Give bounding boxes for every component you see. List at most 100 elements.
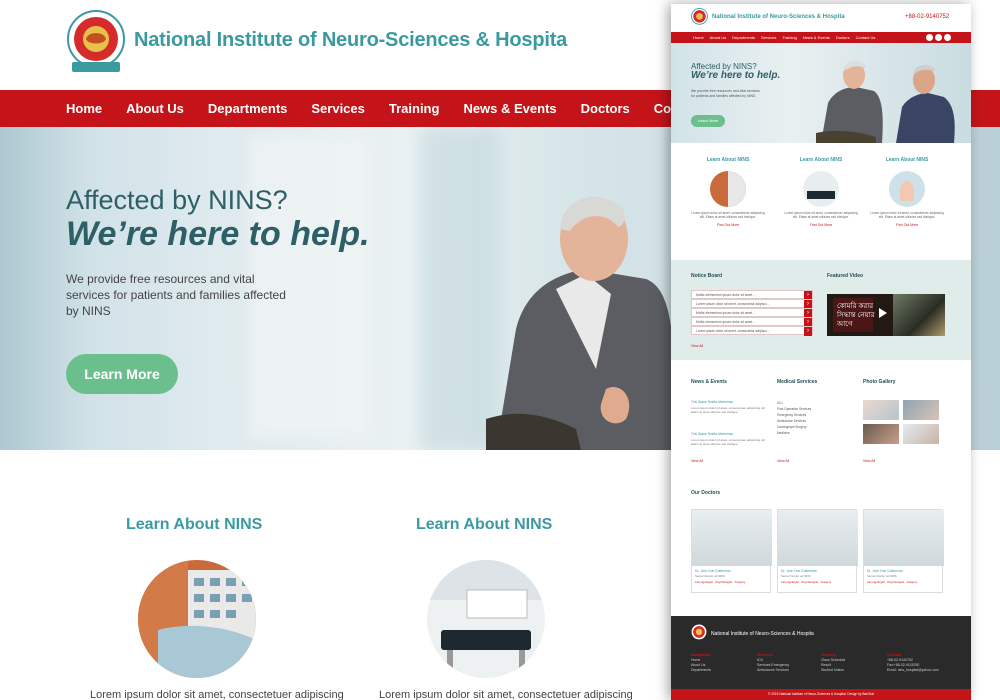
doctor-card[interactable]: Dr. John Doe Gutterman Senior Doctor at … — [777, 509, 858, 593]
doctor-specialty: Laryngologist . Psychologist . Surgery — [781, 580, 832, 584]
footer-contact-line: Email: nins_hospital@yahoo.com — [887, 668, 939, 672]
doctor-card[interactable]: Dr. John Doe Gutterman Senior Doctor at … — [863, 509, 944, 593]
gallery-photo[interactable] — [903, 424, 939, 444]
news-view-all[interactable]: View All — [691, 459, 703, 463]
learn-text-1: Lorem ipsum dolor sit amet, consectetuer… — [90, 689, 344, 700]
mock-learn-more-button[interactable]: Learn More — [691, 115, 725, 127]
facebook-icon[interactable] — [935, 34, 942, 41]
mock-learn-section: Learn About NINS Lorem ipsum dolor sit a… — [671, 143, 971, 263]
featured-video-player[interactable]: কোমরি করার সিদ্ধান্ত নেয়ার আগে — [827, 294, 945, 336]
mock-find-out-more[interactable]: Find Out More — [778, 223, 864, 227]
mock-nav-training[interactable]: Training — [782, 35, 796, 40]
notice-item[interactable]: Mollis elementum ipsum dolor sit amet... — [691, 317, 813, 327]
mock-nav-departments[interactable]: Departments — [732, 35, 755, 40]
gallery-view-all[interactable]: View All — [863, 459, 875, 463]
mock-learn-photo — [889, 171, 925, 207]
mock-nav-services[interactable]: Services — [761, 35, 776, 40]
notice-item[interactable]: Lorem ipsum dolor sit amet, consectetur … — [691, 299, 813, 309]
mock-hero-photo — [816, 60, 955, 143]
notice-list: Mollis elementum ipsum dolor sit amet...… — [691, 290, 813, 336]
doctor-specialty: Laryngologist . Psychologist . Surgery — [867, 580, 918, 584]
mock-find-out-more[interactable]: Find Out More — [685, 223, 771, 227]
footer-link[interactable]: Student Notice — [821, 668, 845, 673]
footer-title: National Institute of Neuro-Sciences & H… — [711, 631, 814, 637]
services-view-all[interactable]: View All — [777, 459, 789, 463]
nav-departments[interactable]: Departments — [208, 101, 287, 116]
site-title: National Institute of Neuro-Sciences & H… — [134, 29, 568, 51]
learn-text-2: Lorem ipsum dolor sit amet, consectetuer… — [379, 689, 633, 700]
footer-services: Services ICU Services Emergency Ambulanc… — [757, 653, 789, 673]
mock-learn-text: Lorem ipsum dolor sit amet, consectetuer… — [870, 211, 944, 219]
video-thumbnail — [893, 294, 945, 336]
featured-video-title: Featured Video — [827, 273, 864, 279]
mock-doctors-section: Our Doctors Dr. John Doe Gutterman Senio… — [671, 470, 971, 618]
google-plus-icon[interactable] — [944, 34, 951, 41]
footer-training: Training Class Schedule Result Student N… — [821, 653, 845, 673]
notice-item[interactable]: Mollis elementum ipsum dolor sit amet... — [691, 290, 813, 300]
nav-home[interactable]: Home — [66, 101, 102, 116]
mock-learn-text: Lorem ipsum dolor sit amet, consectetuer… — [691, 211, 765, 219]
news-events-title: News & Events — [691, 379, 727, 385]
website-mockup: National Institute of Neuro-Sciences & H… — [671, 4, 971, 700]
notice-view-all[interactable]: View All — [691, 344, 703, 348]
mock-hero: Affected by NINS? We’re here to help. We… — [671, 43, 971, 143]
video-caption-line: সিদ্ধান্ত নেয়ার — [837, 312, 875, 319]
mock-nav-news[interactable]: News & Events — [803, 35, 830, 40]
notice-board-title: Notice Board — [691, 273, 723, 279]
hero-heading: Affected by NINS? — [66, 185, 288, 215]
mock-nav-contact[interactable]: Contact Us — [856, 35, 876, 40]
mock-learn-col-3: Learn About NINS Lorem ipsum dolor sit a… — [864, 157, 950, 227]
learn-more-button[interactable]: Learn More — [66, 354, 178, 394]
gallery-photo[interactable] — [863, 424, 899, 444]
mock-learn-heading: Learn About NINS — [799, 157, 843, 163]
footer-logo — [691, 624, 707, 640]
news-item-text: Lorem ipsum dolor sit amet, consectetuer… — [691, 406, 766, 414]
mock-nav-home[interactable]: Home — [693, 35, 704, 40]
notice-item[interactable]: Lorem ipsum dolor sit amet, consectetur … — [691, 326, 813, 336]
mock-footer: National Institute of Neuro-Sciences & H… — [671, 616, 971, 700]
learn-about-heading-2: Learn About NINS — [416, 516, 553, 533]
mock-site-title: National Institute of Neuro-Sciences & H… — [712, 14, 845, 20]
nav-services[interactable]: Services — [311, 101, 365, 116]
photo-gallery-grid — [863, 400, 939, 444]
mock-header: National Institute of Neuro-Sciences & H… — [671, 4, 971, 32]
gallery-photo[interactable] — [863, 400, 899, 420]
mock-logo — [691, 8, 708, 25]
twitter-icon[interactable] — [926, 34, 933, 41]
doctor-card[interactable]: Dr. John Doe Gutterman Senior Doctor at … — [691, 509, 772, 593]
learn-about-heading-1: Learn About NINS — [126, 516, 263, 533]
medical-service-item[interactable]: Medicine — [777, 430, 811, 436]
nins-logo — [67, 10, 125, 72]
mock-nav: Home About Us Departments Services Train… — [671, 32, 971, 43]
video-caption-line: কোমরি করার — [837, 303, 874, 310]
our-doctors-title: Our Doctors — [691, 490, 721, 496]
screenshot-stage: National Institute of Neuro-Sciences & H… — [0, 0, 1000, 700]
nav-news-events[interactable]: News & Events — [463, 101, 556, 116]
doctor-photo — [864, 510, 944, 566]
mock-nav-doctors[interactable]: Doctors — [836, 35, 850, 40]
mock-phone: +88-02-9140752 — [905, 14, 950, 20]
ward-photo — [427, 560, 545, 678]
news-item-title[interactable]: This Space Nobilis Maecenas — [691, 400, 733, 404]
notice-item[interactable]: Mollis elementum ipsum dolor sit amet... — [691, 308, 813, 318]
doctor-photo — [692, 510, 772, 566]
doctor-name: Dr. John Doe Gutterman — [695, 569, 731, 573]
mock-hero-text: We provide free resources and vital serv… — [691, 89, 760, 98]
nav-training[interactable]: Training — [389, 101, 440, 116]
mock-hero-subheading: We’re here to help. — [691, 70, 781, 81]
mock-learn-heading: Learn About NINS — [885, 157, 929, 163]
news-item-title[interactable]: This Space Nobilis Maecenas — [691, 432, 733, 436]
mock-find-out-more[interactable]: Find Out More — [864, 223, 950, 227]
nav-doctors[interactable]: Doctors — [581, 101, 630, 116]
play-icon[interactable] — [879, 308, 887, 318]
footer-link[interactable]: Departments — [691, 668, 711, 673]
mock-news-section: News & Events Medical Services Photo Gal… — [671, 360, 971, 470]
nav-about-us[interactable]: About Us — [126, 101, 184, 116]
mock-notice-section: Notice Board Featured Video Mollis eleme… — [671, 260, 971, 360]
mock-social-links — [926, 34, 951, 41]
mock-nav-about[interactable]: About Us — [710, 35, 726, 40]
copyright-bar: © 2015 National Institute of Neuro-Scien… — [671, 689, 971, 700]
video-caption-line: আগে — [837, 321, 853, 328]
footer-link[interactable]: Ambulance Services — [757, 668, 789, 673]
gallery-photo[interactable] — [903, 400, 939, 420]
